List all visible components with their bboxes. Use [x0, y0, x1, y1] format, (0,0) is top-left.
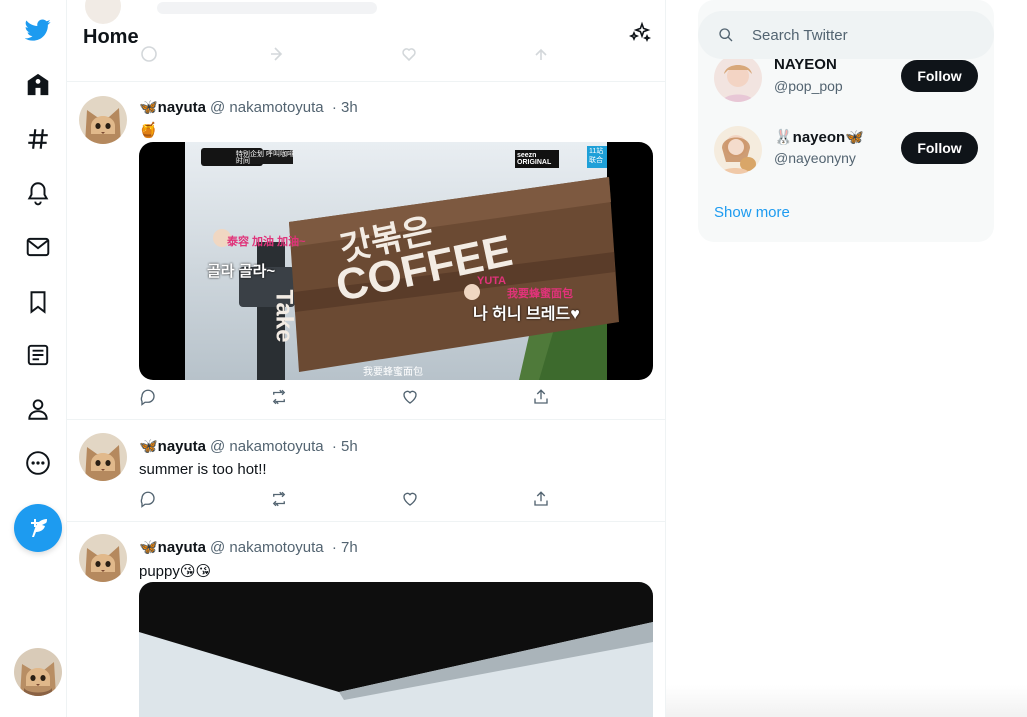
tweet-photo[interactable]: [139, 582, 653, 717]
tweet-author-avatar[interactable]: [79, 534, 127, 582]
tweet-author-name[interactable]: 🦋nayuta: [139, 539, 206, 556]
tweet-timestamp[interactable]: · 5h: [332, 438, 358, 455]
video-subtitle: 我要蜂蜜面包: [363, 367, 423, 378]
more-options-icon[interactable]: [14, 439, 62, 487]
bookmarks-icon[interactable]: [14, 278, 62, 326]
reply-icon[interactable]: [139, 490, 159, 510]
lists-icon[interactable]: [14, 331, 62, 379]
follow-button[interactable]: Follow: [901, 132, 978, 164]
home-icon[interactable]: [14, 61, 62, 109]
messages-envelope-icon[interactable]: [14, 223, 62, 271]
compose-tweet-button[interactable]: [14, 504, 62, 552]
video-corner-tag: 11站 联合: [589, 148, 604, 164]
profile-person-icon[interactable]: [14, 385, 62, 433]
account-avatar[interactable]: [14, 648, 62, 696]
tweet-author-handle[interactable]: @ nakamotoyuta: [210, 438, 324, 455]
search-input[interactable]: [752, 23, 972, 47]
tweet-author-avatar[interactable]: [79, 433, 127, 481]
suggested-account-avatar[interactable]: [714, 54, 762, 102]
suggested-account-handle: @nayeonyny: [774, 150, 856, 166]
like-heart-icon[interactable]: [401, 388, 421, 408]
tweet-text: summer is too hot!!: [139, 461, 267, 478]
left-nav: [0, 0, 67, 717]
like-heart-icon[interactable]: [401, 490, 421, 510]
tweet-author-name[interactable]: 🦋nayuta: [139, 438, 206, 455]
page-title: Home: [83, 26, 139, 48]
share-icon[interactable]: [532, 490, 552, 510]
photo-image: [139, 582, 653, 717]
tweet-actions: [139, 388, 559, 408]
tweet-header: 🦋nayuta @ nakamotoyuta · 3h: [139, 98, 358, 116]
explore-hashtag-icon[interactable]: [14, 115, 62, 163]
video-caption-cn-right: 我要蜂蜜面包: [507, 288, 573, 300]
follow-button[interactable]: Follow: [901, 60, 978, 92]
tweet-author-handle[interactable]: @ nakamotoyuta: [210, 539, 324, 556]
tweet-text: puppy😘😘: [139, 563, 212, 580]
tweet-video[interactable]: 特别企划 呼叫咖啡时间 seezn ORIGINAL 11站 联合 泰容 加油 …: [139, 142, 653, 380]
suggested-account-handle: @pop_pop: [774, 78, 843, 94]
tweet[interactable]: 🦋nayuta @ nakamotoyuta · 5h summer is too…: [67, 421, 665, 522]
suggested-account[interactable]: 🐰nayeon🦋 @nayeonyny Follow: [698, 118, 994, 182]
timeline-column: Home 🦋nayuta @ nakamotoyuta · 3h 🍯 特别企划 …: [67, 0, 666, 717]
feather-plus-icon: [31, 519, 47, 537]
tweet[interactable]: 🦋nayuta @ nakamotoyuta · 7h puppy😘😘: [67, 522, 665, 717]
twitter-logo-icon[interactable]: [14, 6, 62, 54]
notifications-bell-icon[interactable]: [14, 169, 62, 217]
video-badge-right: seezn ORIGINAL: [517, 152, 552, 166]
tweet-timestamp[interactable]: · 3h: [332, 99, 358, 116]
reply-icon[interactable]: [139, 388, 159, 408]
video-caption-cn-left: 泰容 加油 加油~: [227, 236, 306, 248]
bottom-fade-overlay: [666, 685, 1027, 717]
video-badge-left: 特别企划 呼叫咖啡时间: [236, 151, 294, 165]
tweet-header: 🦋nayuta @ nakamotoyuta · 5h: [139, 437, 358, 455]
show-more-link[interactable]: Show more: [714, 204, 790, 221]
tweet-author-avatar[interactable]: [79, 96, 127, 144]
tweet-timestamp[interactable]: · 7h: [332, 539, 358, 556]
retweet-icon[interactable]: [270, 490, 290, 510]
tweet-actions: [139, 490, 559, 510]
suggested-account-name[interactable]: 🐰nayeon🦋: [774, 128, 864, 146]
video-caption-kr-left: 골라 골라~: [207, 263, 276, 280]
retweet-icon[interactable]: [270, 388, 290, 408]
share-icon[interactable]: [532, 388, 552, 408]
timeline-header: Home: [67, 0, 665, 82]
video-caption-yuta: YUTA: [477, 275, 507, 287]
top-tweets-sparkle-icon[interactable]: [628, 20, 652, 44]
scrolled-content-ghost: [67, 0, 665, 82]
video-caption-kr-right: 나 허니 브레드♥: [473, 306, 580, 323]
tweet-header: 🦋nayuta @ nakamotoyuta · 7h: [139, 538, 358, 556]
tweet-text: 🍯: [139, 122, 158, 139]
sign-take: Take: [270, 289, 298, 343]
search-icon: [719, 28, 733, 42]
tweet-author-name[interactable]: 🦋nayuta: [139, 99, 206, 116]
search-bar[interactable]: [698, 11, 994, 59]
tweet-author-handle[interactable]: @ nakamotoyuta: [210, 99, 324, 116]
suggested-account-avatar[interactable]: [714, 126, 762, 174]
tweet[interactable]: 🦋nayuta @ nakamotoyuta · 3h 🍯 特别企划 呼叫咖啡时…: [67, 82, 665, 420]
